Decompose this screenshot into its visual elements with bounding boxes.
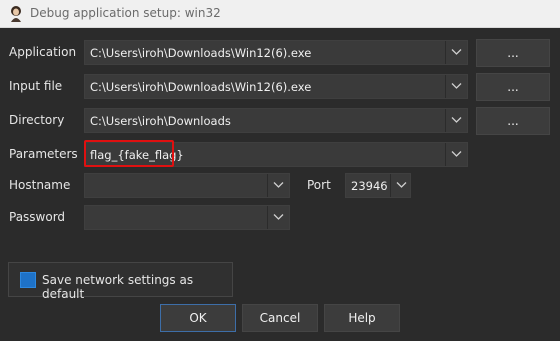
input-file-combo[interactable]: C:\Users\iroh\Downloads\Win12(6).exe bbox=[84, 74, 468, 99]
chevron-down-icon bbox=[451, 49, 462, 55]
directory-combo[interactable]: C:\Users\iroh\Downloads bbox=[84, 108, 468, 133]
parameters-label: Parameters bbox=[9, 147, 78, 161]
chevron-down-icon bbox=[451, 117, 462, 123]
window-title: Debug application setup: win32 bbox=[30, 6, 221, 20]
save-settings-checkbox[interactable] bbox=[20, 272, 36, 288]
parameters-highlight-box bbox=[84, 140, 174, 167]
input-file-dropdown-button[interactable] bbox=[445, 75, 467, 98]
directory-dropdown-button[interactable] bbox=[445, 109, 467, 132]
save-settings-group: Save network settings as default bbox=[8, 262, 233, 301]
application-combo[interactable]: C:\Users\iroh\Downloads\Win12(6).exe bbox=[84, 40, 468, 65]
help-button[interactable]: Help bbox=[324, 304, 400, 332]
input-file-value: C:\Users\iroh\Downloads\Win12(6).exe bbox=[90, 80, 312, 94]
application-browse-button[interactable]: ... bbox=[476, 39, 550, 67]
cancel-button[interactable]: Cancel bbox=[242, 304, 318, 332]
app-logo-icon bbox=[11, 6, 21, 22]
directory-browse-button[interactable]: ... bbox=[476, 107, 550, 135]
hostname-label: Hostname bbox=[9, 178, 71, 192]
application-dropdown-button[interactable] bbox=[445, 41, 467, 64]
directory-value: C:\Users\iroh\Downloads bbox=[90, 114, 231, 128]
parameters-dropdown-button[interactable] bbox=[445, 143, 467, 166]
chevron-down-icon bbox=[273, 182, 284, 188]
port-value: 23946 bbox=[351, 179, 388, 193]
title-bar: Debug application setup: win32 bbox=[0, 0, 560, 28]
directory-label: Directory bbox=[9, 113, 65, 127]
chevron-down-icon bbox=[273, 214, 284, 220]
chevron-down-icon bbox=[396, 182, 407, 188]
chevron-down-icon bbox=[451, 151, 462, 157]
hostname-combo[interactable] bbox=[84, 173, 290, 198]
application-label: Application bbox=[9, 45, 77, 59]
ok-button[interactable]: OK bbox=[160, 304, 236, 332]
input-file-browse-button[interactable]: ... bbox=[476, 73, 550, 101]
password-label: Password bbox=[9, 210, 66, 224]
application-value: C:\Users\iroh\Downloads\Win12(6).exe bbox=[90, 46, 312, 60]
port-dropdown-button[interactable] bbox=[390, 174, 410, 197]
password-dropdown-button[interactable] bbox=[267, 206, 289, 229]
hostname-dropdown-button[interactable] bbox=[267, 174, 289, 197]
port-combo[interactable]: 23946 bbox=[345, 173, 411, 198]
password-combo[interactable] bbox=[84, 205, 290, 230]
input-file-label: Input file bbox=[9, 79, 63, 93]
save-settings-label[interactable]: Save network settings as default bbox=[42, 273, 232, 301]
chevron-down-icon bbox=[451, 83, 462, 89]
port-label: Port bbox=[307, 178, 331, 192]
